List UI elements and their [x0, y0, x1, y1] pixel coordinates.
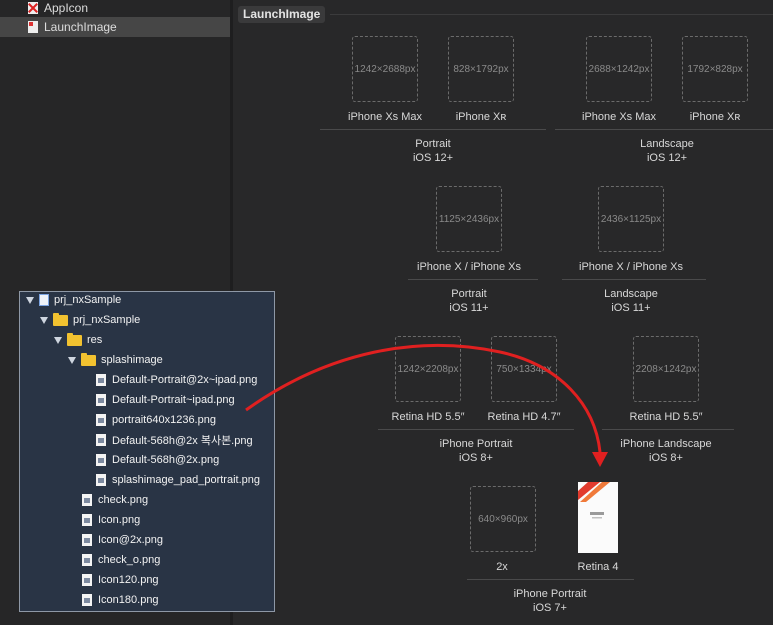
tree-item-file[interactable]: Icon120.png	[82, 570, 159, 590]
tree-item-folder[interactable]: prj_nxSample	[40, 310, 140, 330]
png-file-icon	[82, 534, 92, 546]
png-file-icon	[96, 414, 106, 426]
launchimage-icon	[28, 21, 38, 33]
slot-label: iPhone Xʀ	[689, 111, 741, 123]
group-label: Portrait iOS 11+	[449, 288, 489, 314]
image-slot[interactable]: 1792×828px	[682, 36, 748, 102]
tree-item-label: Icon120.png	[98, 574, 159, 586]
group-label: Landscape iOS 11+	[604, 288, 658, 314]
tree-item-file[interactable]: Icon180.png	[82, 590, 159, 610]
tree-item-label: splashimage_pad_portrait.png	[112, 474, 260, 486]
slot-label: iPhone X / iPhone Xs	[579, 261, 683, 273]
group-label: iPhone Portrait iOS 8+	[439, 438, 513, 464]
group-divider	[408, 279, 538, 280]
group-divider	[555, 129, 773, 130]
slot-label: iPhone Xs Max	[582, 111, 656, 123]
tree-item-label: Default-568h@2x 복사본.png	[112, 435, 253, 447]
tree-item-label: check.png	[98, 494, 149, 506]
asset-set-title: LaunchImage	[238, 6, 326, 23]
project-file-tree: prj_nxSample prj_nxSample res splashimag…	[19, 291, 275, 612]
slot-label: iPhone Xʀ	[455, 111, 507, 123]
splash-preview-image	[578, 482, 618, 553]
tree-item-label: Default-568h@2x.png	[112, 454, 220, 466]
tree-item-label: res	[87, 334, 103, 346]
png-file-icon	[82, 574, 92, 586]
png-file-icon	[82, 494, 92, 506]
tree-item-label: splashimage	[101, 354, 163, 366]
disclosure-triangle-icon[interactable]	[40, 316, 48, 324]
group-divider	[320, 129, 546, 130]
tree-item-label: prj_nxSample	[73, 314, 141, 326]
tree-item-file[interactable]: Icon@2x.png	[82, 530, 163, 550]
sidebar-item-label: LaunchImage	[44, 20, 117, 34]
project-icon	[39, 294, 49, 306]
divider	[330, 14, 773, 15]
group-label: Portrait iOS 12+	[412, 138, 454, 164]
image-slot[interactable]: 1242×2208px	[395, 336, 461, 402]
tree-item-label: Default-Portrait@2x~ipad.png	[112, 374, 258, 386]
tree-item-file[interactable]: Default-568h@2x.png	[96, 450, 219, 470]
tree-item-label: Icon@2x.png	[98, 534, 163, 546]
png-file-icon	[96, 434, 106, 446]
png-file-icon	[96, 474, 106, 486]
slot-label: Retina HD 5.5″	[391, 411, 465, 423]
group-divider	[562, 279, 706, 280]
tree-item-label: check_o.png	[98, 554, 161, 566]
tree-item-label: Default-Portrait~ipad.png	[112, 394, 235, 406]
slot-label: 2x	[496, 561, 508, 573]
image-slot[interactable]: 640×960px	[470, 486, 536, 552]
group-label: iPhone Landscape iOS 8+	[620, 438, 712, 464]
tree-item-label: Icon180.png	[98, 594, 159, 606]
slot-label: Retina 4	[577, 561, 619, 573]
tree-item-folder[interactable]: splashimage	[68, 350, 163, 370]
group-label: iPhone Portrait iOS 7+	[513, 588, 587, 614]
png-file-icon	[96, 454, 106, 466]
sidebar-item-launchimage[interactable]: LaunchImage	[0, 17, 230, 37]
group-divider	[602, 429, 734, 430]
tree-item-file[interactable]: check.png	[82, 490, 148, 510]
group-divider	[378, 429, 574, 430]
slot-label: Retina HD 4.7″	[487, 411, 561, 423]
tree-item-label: Icon.png	[98, 514, 141, 526]
image-slot[interactable]: 2688×1242px	[586, 36, 652, 102]
tree-item-project[interactable]: prj_nxSample	[26, 290, 121, 310]
disclosure-triangle-icon[interactable]	[68, 356, 76, 364]
slot-label: Retina HD 5.5″	[629, 411, 703, 423]
slot-label: iPhone X / iPhone Xs	[417, 261, 521, 273]
appicon-icon	[28, 2, 38, 14]
png-file-icon	[82, 554, 92, 566]
image-slot[interactable]: 1125×2436px	[436, 186, 502, 252]
slot-label: iPhone Xs Max	[348, 111, 422, 123]
image-slot[interactable]: 1242×2688px	[352, 36, 418, 102]
png-file-icon	[96, 394, 106, 406]
folder-icon	[53, 312, 68, 326]
sidebar-item-appicon[interactable]: AppIcon	[0, 0, 230, 18]
png-file-icon	[96, 374, 106, 386]
png-file-icon	[82, 514, 92, 526]
group-label: Landscape iOS 12+	[640, 138, 694, 164]
disclosure-triangle-icon[interactable]	[54, 336, 62, 344]
image-slot[interactable]: 2208×1242px	[633, 336, 699, 402]
tree-item-file[interactable]: splashimage_pad_portrait.png	[96, 470, 260, 490]
sidebar-item-label: AppIcon	[44, 1, 89, 15]
tree-item-label: portrait640x1236.png	[112, 414, 216, 426]
group-divider	[467, 579, 634, 580]
image-slot[interactable]: 750×1334px	[491, 336, 557, 402]
disclosure-triangle-icon[interactable]	[26, 296, 34, 304]
folder-icon	[67, 332, 82, 346]
image-slot[interactable]: 2436×1125px	[598, 186, 664, 252]
tree-item-file[interactable]: portrait640x1236.png	[96, 410, 216, 430]
tree-item-label: prj_nxSample	[54, 294, 122, 306]
tree-item-file[interactable]: Default-Portrait~ipad.png	[96, 390, 235, 410]
tree-item-file[interactable]: Icon.png	[82, 510, 140, 530]
tree-item-file[interactable]: Default-568h@2x 복사본.png	[96, 430, 253, 450]
tree-item-file[interactable]: Default-Portrait@2x~ipad.png	[96, 370, 257, 390]
tree-item-file[interactable]: check_o.png	[82, 550, 160, 570]
image-slot[interactable]: 828×1792px	[448, 36, 514, 102]
retina4-image-thumbnail[interactable]	[578, 482, 618, 553]
tree-item-folder[interactable]: res	[54, 330, 102, 350]
png-file-icon	[82, 594, 92, 606]
folder-icon	[81, 352, 96, 366]
